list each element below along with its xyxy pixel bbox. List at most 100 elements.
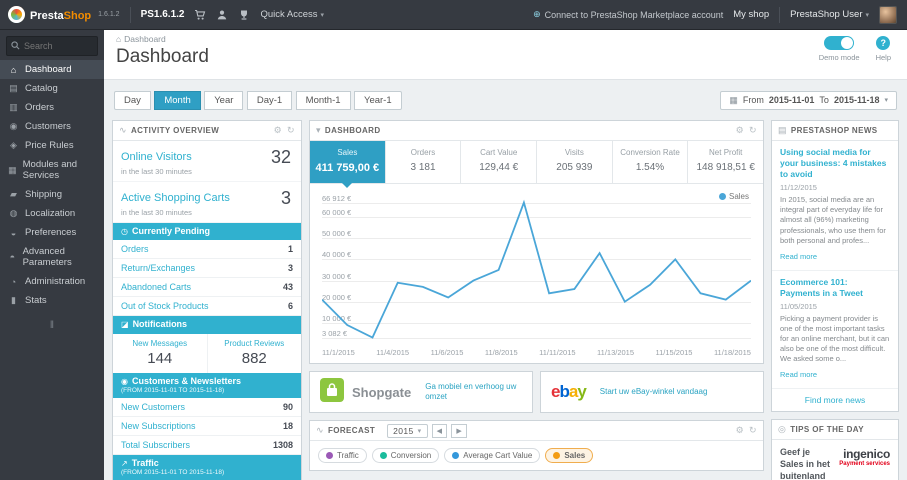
pending-orders-row[interactable]: Orders 1 <box>113 240 301 260</box>
shopgate-cta-link[interactable]: Ga mobiel en verhoog uw omzet <box>425 382 522 402</box>
period-year-1-button[interactable]: Year-1 <box>353 91 402 110</box>
customer-icon[interactable] <box>216 9 228 21</box>
quick-access-menu[interactable]: Quick Access ▾ <box>260 9 324 20</box>
legend-label: Average Cart Value <box>463 451 533 460</box>
out-of-stock-row[interactable]: Out of Stock Products 6 <box>113 297 301 317</box>
year-select[interactable]: 2015 ▾ <box>387 423 428 438</box>
period-day-button[interactable]: Day <box>114 91 151 110</box>
forecast-legend-traffic[interactable]: Traffic <box>318 448 367 463</box>
gear-icon[interactable]: ⚙ <box>274 125 282 136</box>
kpi-value: 148 918,51 € <box>696 162 755 173</box>
demo-mode-toggle[interactable] <box>824 36 855 50</box>
sidebar-item-advanced-parameters[interactable]: ◓ Advanced Parameters <box>0 242 104 272</box>
avatar[interactable] <box>879 5 897 24</box>
new-subscriptions-row[interactable]: New Subscriptions 18 <box>113 417 301 436</box>
refresh-icon[interactable]: ↻ <box>749 125 757 136</box>
shop-name-link[interactable]: PS1.6.1.2 <box>141 9 185 20</box>
kpi-sales[interactable]: Sales 411 759,00 € <box>310 141 386 188</box>
article-title-link[interactable]: Using social media for your business: 4 … <box>780 147 890 180</box>
abandoned-carts-row[interactable]: Abandoned Carts 43 <box>113 278 301 298</box>
product-reviews-cell[interactable]: Product Reviews 882 <box>206 333 302 373</box>
total-subscribers-row[interactable]: Total Subscribers 1308 <box>113 436 301 455</box>
sidebar-item-catalog[interactable]: ▤ Catalog <box>0 79 104 98</box>
active-carts-link[interactable]: Active Shopping Carts <box>121 192 230 204</box>
new-messages-cell[interactable]: New Messages 144 <box>113 334 207 373</box>
gear-icon[interactable]: ⚙ <box>736 125 744 136</box>
new-customers-row[interactable]: New Customers 90 <box>113 398 301 417</box>
sidebar-item-customers[interactable]: ◉ Customers <box>0 117 104 136</box>
x-axis-tick: 11/4/2015 <box>376 348 410 357</box>
sidebar-item-label: Stats <box>25 295 47 306</box>
person-icon: ◉ <box>121 376 128 386</box>
read-more-link[interactable]: Read more <box>780 370 817 379</box>
kpi-conversion-rate[interactable]: Conversion Rate 1.54% <box>613 141 689 183</box>
forecast-legend-conversion[interactable]: Conversion <box>371 448 440 463</box>
online-visitors-link[interactable]: Online Visitors <box>121 151 192 163</box>
period-month-button[interactable]: Month <box>154 91 201 110</box>
sidebar-item-administration[interactable]: ◔ Administration <box>0 272 104 291</box>
my-shop-link[interactable]: My shop <box>733 9 769 20</box>
kpi-label: Cart Value <box>480 148 518 157</box>
sidebar-item-shipping[interactable]: ▰ Shipping <box>0 185 104 204</box>
next-year-button[interactable]: ▶ <box>451 423 468 438</box>
kpi-net-profit[interactable]: Net Profit 148 918,51 € <box>688 141 763 183</box>
sidebar-item-dashboard[interactable]: ⌂ Dashboard <box>0 60 104 79</box>
pending-returns-row[interactable]: Return/Exchanges 3 <box>113 259 301 279</box>
chevron-down-icon: ▾ <box>884 97 888 104</box>
user-menu[interactable]: PrestaShop User ▾ <box>790 9 869 20</box>
period-month-1-button[interactable]: Month-1 <box>295 91 351 110</box>
sidebar-item-label: Catalog <box>25 83 58 94</box>
period-day-1-button[interactable]: Day-1 <box>246 91 293 110</box>
panel-title: FORECAST <box>327 426 376 435</box>
chart-x-axis: 11/1/2015 11/4/2015 11/6/2015 11/8/2015 11/1… <box>322 348 751 357</box>
kpi-visits[interactable]: Visits 205 939 <box>537 141 613 183</box>
dashboard-content: Day Month Year Day-1 Month-1 Year-1 ▦ Fr… <box>104 80 907 480</box>
version-label: 1.6.1.2 <box>98 11 120 18</box>
panel-title: PRESTASHOP NEWS <box>790 126 878 135</box>
refresh-icon[interactable]: ↻ <box>749 425 757 436</box>
sidebar-item-modules[interactable]: ▦ Modules and Services <box>0 155 104 185</box>
panel-title: TIPS OF THE DAY <box>790 425 864 435</box>
search-icon <box>11 37 20 55</box>
collapse-sidebar-button[interactable]: ‖ <box>0 320 104 331</box>
date-range-picker[interactable]: ▦ From 2015-11-01 To 2015-11-18 ▾ <box>720 90 897 110</box>
previous-year-button[interactable]: ◀ <box>431 423 448 438</box>
forecast-legend-sales[interactable]: Sales <box>545 448 594 463</box>
kpi-cart-value[interactable]: Cart Value 129,44 € <box>461 141 538 183</box>
ebay-logo: ebay <box>551 382 587 402</box>
marketplace-connect-link[interactable]: ⊕ Connect to PrestaShop Marketplace accou… <box>533 9 723 20</box>
period-year-button[interactable]: Year <box>204 91 244 110</box>
find-more-news-link[interactable]: Find more news <box>772 389 898 411</box>
read-more-link[interactable]: Read more <box>780 252 817 261</box>
ebay-cta-link[interactable]: Start uw eBay-winkel vandaag <box>600 387 708 397</box>
sidebar-item-label: Customers <box>25 121 71 132</box>
trophy-icon[interactable] <box>238 9 250 21</box>
sidebar-item-localization[interactable]: ◍ Localization <box>0 204 104 223</box>
cart-icon[interactable] <box>194 9 206 21</box>
refresh-icon[interactable]: ↻ <box>287 125 295 136</box>
help-icon[interactable]: ? <box>876 36 891 50</box>
to-date: 2015-11-18 <box>833 95 880 105</box>
sidebar-item-label: Price Rules <box>25 140 74 151</box>
sidebar-item-price-rules[interactable]: ◈ Price Rules <box>0 136 104 155</box>
article-excerpt: Picking a payment provider is one of the… <box>780 313 890 364</box>
sidebar-item-orders[interactable]: ▥ Orders <box>0 98 104 117</box>
divider <box>129 6 131 23</box>
search-input[interactable] <box>24 41 94 51</box>
sidebar-item-label: Dashboard <box>25 64 72 75</box>
forecast-legend-average-cart-value[interactable]: Average Cart Value <box>444 448 541 463</box>
sales-line-series <box>322 199 751 339</box>
sidebar-item-stats[interactable]: ▮ Stats <box>0 291 104 310</box>
notifications-block: New Messages 144 Product Reviews 882 <box>113 333 302 373</box>
kpi-value: 129,44 € <box>479 162 519 173</box>
currently-pending-header: ◷ Currently Pending <box>113 223 301 241</box>
legend-label: Traffic <box>337 451 359 460</box>
kpi-orders[interactable]: Orders 3 181 <box>386 141 462 183</box>
sidebar-item-preferences[interactable]: ◒ Preferences <box>0 223 104 242</box>
from-date: 2015-11-01 <box>768 95 815 105</box>
gear-icon[interactable]: ⚙ <box>736 425 744 436</box>
legend-label: Conversion <box>390 451 432 460</box>
article-title-link[interactable]: Ecommerce 101: Payments in a Tweet <box>780 277 890 299</box>
article-excerpt: In 2015, social media are an integral pa… <box>780 195 886 245</box>
prestashop-home-link[interactable]: PrestaShop 1.6.1.2 <box>8 6 120 24</box>
